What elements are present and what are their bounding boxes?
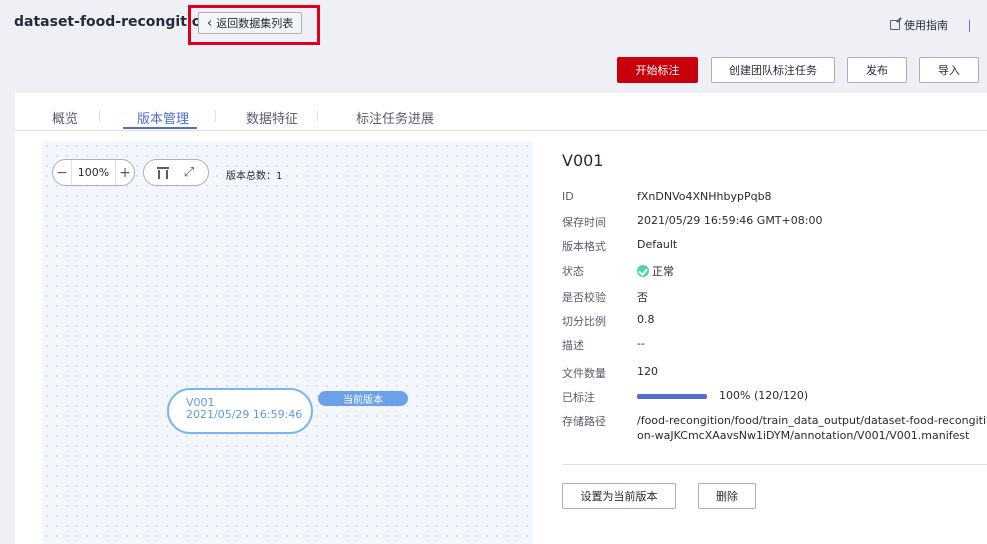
detail-label: 已标注 [562,391,595,404]
header-divider [969,20,970,32]
detail-label: 保存时间 [562,216,606,229]
page-title: dataset-food-recongition [14,14,212,30]
create-team-labeling-task-button[interactable]: 创建团队标注任务 [711,57,835,83]
back-to-dataset-list-button[interactable]: ‹ 返回数据集列表 [198,12,303,34]
graph-tools: ⤢ [143,159,209,186]
publish-button[interactable]: 发布 [847,57,907,83]
version-title: V001 [562,151,604,170]
tab-divider [215,110,216,122]
fullscreen-icon[interactable]: ⤢ [181,165,197,181]
version-node-time: 2021/05/29 16:59:46 [186,408,303,421]
detail-label: 存储路径 [562,415,606,428]
main-panel: 概览 版本管理 数据特征 标注任务进展 − 100% + ⤢ 版本总数：1 V0… [15,93,987,544]
detail-value: 2021/05/29 16:59:46 GMT+08:00 [637,214,823,227]
align-top-icon[interactable] [155,165,171,181]
user-guide-link[interactable]: 使用指南 [890,17,948,33]
detail-label: 状态 [562,265,584,278]
detail-label: 切分比例 [562,315,606,328]
detail-value: /food-recongition/food/train_data_output… [637,414,987,442]
start-labeling-button[interactable]: 开始标注 [617,57,698,83]
delete-button[interactable]: 删除 [698,483,756,509]
detail-value: 120 [637,365,658,378]
tab-labeling-progress[interactable]: 标注任务进展 [356,108,434,127]
zoom-out-button[interactable]: − [53,165,71,181]
detail-label: ID [562,190,574,203]
tab-version-management[interactable]: 版本管理 [137,108,189,127]
detail-label: 是否校验 [562,291,606,304]
labeled-progress-bar [637,393,707,399]
detail-value: 正常 [637,263,987,279]
tab-data-features[interactable]: 数据特征 [246,108,298,127]
check-circle-icon [637,265,649,277]
user-guide-label: 使用指南 [904,19,948,32]
detail-value: fXnDNVo4XNHhbypPqb8 [637,190,772,203]
tab-overview[interactable]: 概览 [52,108,78,127]
import-button[interactable]: 导入 [919,57,979,83]
detail-label: 文件数量 [562,367,606,380]
zoom-in-button[interactable]: + [116,165,134,181]
labeled-progress-text: 100% (120/120) [719,389,809,402]
status-text: 正常 [652,265,674,278]
set-current-version-button[interactable]: 设置为当前版本 [562,483,676,509]
zoom-level: 100% [71,160,116,185]
detail-value: 否 [637,291,648,304]
edit-icon [890,20,900,30]
detail-value: -- [637,337,645,350]
tab-divider [99,110,100,122]
zoom-control: − 100% + [52,159,135,186]
labeled-progress-fill [637,393,707,399]
details-divider [562,464,987,465]
active-tab-indicator [123,127,197,129]
tab-divider [317,110,318,122]
back-button-label: 返回数据集列表 [216,17,294,30]
detail-label: 描述 [562,339,584,352]
version-count: 版本总数：1 [226,171,283,182]
detail-value: 0.8 [637,313,655,326]
chevron-left-icon: ‹ [207,15,213,31]
detail-value: Default [637,238,678,251]
current-version-badge: 当前版本 [318,391,408,406]
detail-value: 100% (120/120) [637,389,987,402]
detail-label: 版本格式 [562,240,606,253]
version-details: V001 ID fXnDNVo4XNHhbypPqb8 保存时间 2021/05… [562,93,987,544]
version-node[interactable]: V001 2021/05/29 16:59:46 [167,388,313,434]
version-graph-canvas[interactable]: − 100% + ⤢ 版本总数：1 V001 2021/05/29 16:59:… [42,141,533,544]
